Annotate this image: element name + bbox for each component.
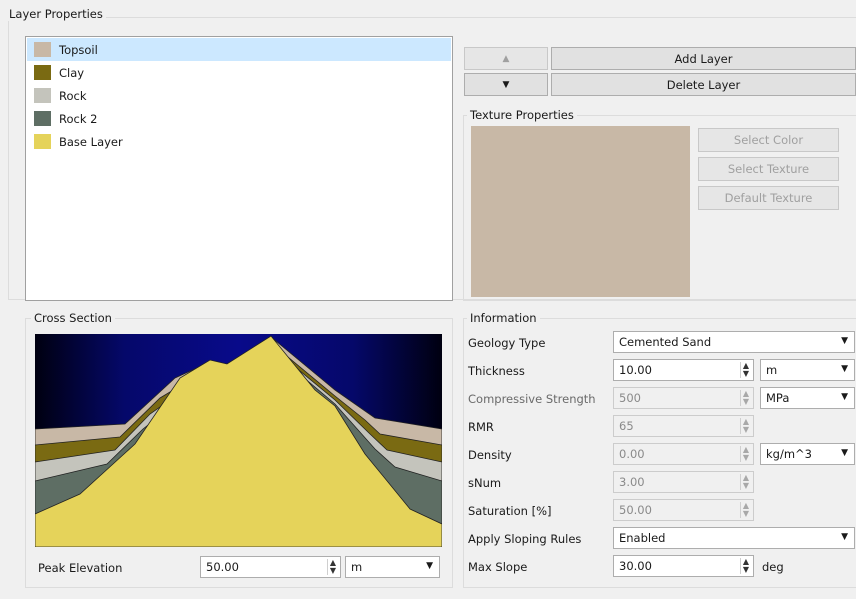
- geology-type-value: Cemented Sand: [619, 335, 712, 349]
- delete-layer-button[interactable]: Delete Layer: [551, 73, 856, 96]
- layer-label: Clay: [59, 65, 85, 80]
- spin-arrows-icon[interactable]: ▲ ▼: [740, 446, 751, 462]
- snum-label: sNum: [468, 476, 502, 490]
- density-value: 0.00: [619, 447, 645, 461]
- snum-value: 3.00: [619, 475, 645, 489]
- layer-item-rock-2[interactable]: Rock 2: [27, 107, 451, 130]
- thickness-unit-select[interactable]: m ▼: [760, 359, 855, 381]
- geology-type-label: Geology Type: [468, 336, 546, 350]
- chevron-down-icon: ▼: [841, 364, 848, 374]
- move-layer-up-button[interactable]: ▲: [464, 47, 548, 70]
- geology-type-select[interactable]: Cemented Sand ▼: [613, 331, 855, 353]
- peak-elevation-unit: m: [351, 560, 363, 574]
- snum-input[interactable]: 3.00 ▲ ▼: [613, 471, 754, 493]
- select-color-button[interactable]: Select Color: [698, 128, 839, 152]
- saturation-label: Saturation [%]: [468, 504, 552, 518]
- max-slope-label: Max Slope: [468, 560, 528, 574]
- thickness-label: Thickness: [468, 364, 525, 378]
- spin-arrows-icon[interactable]: ▲ ▼: [740, 390, 751, 406]
- chevron-down-icon: ▼: [841, 448, 848, 458]
- apply-sloping-rules-label: Apply Sloping Rules: [468, 532, 582, 546]
- apply-sloping-rules-value: Enabled: [619, 531, 666, 545]
- cross-section-view: [35, 334, 442, 547]
- texture-preview-swatch: [471, 126, 690, 297]
- add-layer-button[interactable]: Add Layer: [551, 47, 856, 70]
- chevron-down-icon: ▼: [841, 336, 848, 346]
- layer-label: Rock: [59, 88, 87, 103]
- layer-item-topsoil[interactable]: Topsoil: [27, 38, 451, 61]
- rmr-value: 65: [619, 419, 634, 433]
- compressive-strength-value: 500: [619, 391, 641, 405]
- peak-elevation-input[interactable]: 50.00 ▲ ▼: [200, 556, 341, 578]
- compressive-strength-unit: MPa: [766, 391, 790, 405]
- peak-elevation-label: Peak Elevation: [38, 561, 123, 575]
- spin-arrows-icon[interactable]: ▲ ▼: [740, 418, 751, 434]
- spin-arrows-icon[interactable]: ▲ ▼: [327, 559, 338, 575]
- spin-arrows-icon[interactable]: ▲ ▼: [740, 362, 751, 378]
- information-title: Information: [467, 311, 540, 325]
- density-unit: kg/m^3: [766, 447, 812, 461]
- chevron-down-icon: ▼: [426, 561, 433, 571]
- spin-arrows-icon[interactable]: ▲ ▼: [740, 558, 751, 574]
- thickness-unit: m: [766, 363, 778, 377]
- layer-swatch: [34, 111, 51, 126]
- layer-item-clay[interactable]: Clay: [27, 61, 451, 84]
- layer-swatch: [34, 88, 51, 103]
- spin-arrows-icon[interactable]: ▲ ▼: [740, 502, 751, 518]
- saturation-value: 50.00: [619, 503, 652, 517]
- saturation-input[interactable]: 50.00 ▲ ▼: [613, 499, 754, 521]
- compressive-strength-label: Compressive Strength: [468, 392, 596, 406]
- layer-item-rock[interactable]: Rock: [27, 84, 451, 107]
- texture-properties-title: Texture Properties: [467, 108, 577, 122]
- thickness-input[interactable]: 10.00 ▲ ▼: [613, 359, 754, 381]
- layer-properties-title: Layer Properties: [6, 7, 106, 21]
- default-texture-button[interactable]: Default Texture: [698, 186, 839, 210]
- rmr-input[interactable]: 65 ▲ ▼: [613, 415, 754, 437]
- cross-section-title: Cross Section: [31, 311, 115, 325]
- layer-item-base-layer[interactable]: Base Layer: [27, 130, 451, 153]
- layer-label: Base Layer: [59, 134, 123, 149]
- peak-elevation-value: 50.00: [206, 560, 239, 574]
- spin-arrows-icon[interactable]: ▲ ▼: [740, 474, 751, 490]
- density-unit-select[interactable]: kg/m^3 ▼: [760, 443, 855, 465]
- layer-swatch: [34, 65, 51, 80]
- density-label: Density: [468, 448, 512, 462]
- compressive-strength-input[interactable]: 500 ▲ ▼: [613, 387, 754, 409]
- move-layer-down-button[interactable]: ▼: [464, 73, 548, 96]
- rmr-label: RMR: [468, 420, 494, 434]
- layer-label: Rock 2: [59, 111, 98, 126]
- chevron-down-icon: ▼: [841, 392, 848, 402]
- apply-sloping-rules-select[interactable]: Enabled ▼: [613, 527, 855, 549]
- max-slope-value: 30.00: [619, 559, 652, 573]
- select-texture-button[interactable]: Select Texture: [698, 157, 839, 181]
- thickness-value: 10.00: [619, 363, 652, 377]
- chevron-down-icon: ▼: [841, 532, 848, 542]
- max-slope-unit: deg: [762, 560, 784, 574]
- layer-swatch: [34, 42, 51, 57]
- compressive-strength-unit-select[interactable]: MPa ▼: [760, 387, 855, 409]
- layer-swatch: [34, 134, 51, 149]
- max-slope-input[interactable]: 30.00 ▲ ▼: [613, 555, 754, 577]
- peak-elevation-unit-select[interactable]: m ▼: [345, 556, 440, 578]
- density-input[interactable]: 0.00 ▲ ▼: [613, 443, 754, 465]
- layer-label: Topsoil: [59, 42, 98, 57]
- layer-list[interactable]: Topsoil Clay Rock Rock 2 Base Layer: [25, 36, 453, 301]
